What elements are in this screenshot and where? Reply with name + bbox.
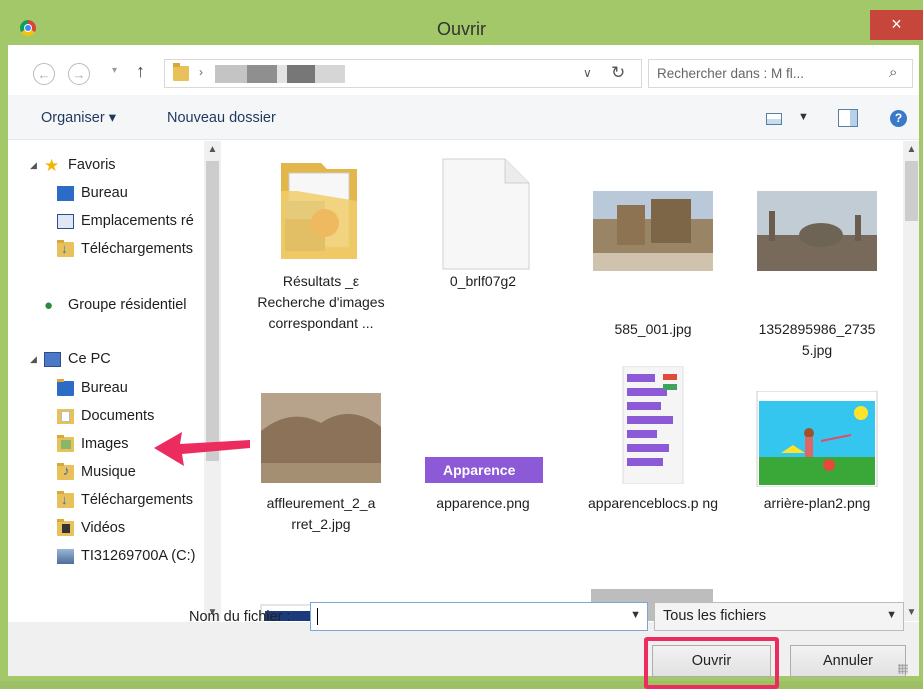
address-bar[interactable]: › ∨ ↻ (164, 59, 642, 88)
search-icon[interactable]: ⌕ (889, 64, 897, 81)
city-photo-thumbnail (757, 191, 877, 271)
search-placeholder: Rechercher dans : M fl... (657, 66, 805, 81)
file-name: Résultats _ε Recherche d'images correspo… (257, 273, 385, 331)
images-folder-icon (57, 435, 74, 452)
scroll-thumb[interactable] (206, 161, 219, 461)
address-dropdown-icon[interactable]: ∨ (583, 66, 592, 80)
file-name: apparence.png (436, 495, 530, 511)
scroll-down-icon[interactable]: ▼ (903, 604, 920, 621)
expand-icon[interactable]: ◢ (30, 354, 37, 365)
close-button[interactable]: × (870, 10, 923, 40)
redacted-path (277, 65, 287, 83)
folder-icon (173, 63, 189, 81)
window-frame: Ouvrir × ← → ▾ ↑ › ∨ ↻ Rechercher dans :… (0, 0, 923, 689)
search-input[interactable]: Rechercher dans : M fl... ⌕ (648, 59, 913, 88)
file-name: 1352895986_2735 5.jpg (758, 321, 876, 358)
scroll-up-icon[interactable]: ▲ (903, 141, 920, 158)
nav-label: Bureau (81, 185, 128, 201)
chevron-down-icon[interactable]: ▼ (886, 609, 897, 621)
file-name: 585_001.jpg (614, 321, 692, 337)
file-name: arrière-plan2.png (763, 495, 871, 511)
file-name: affleurement_2_a rret_2.jpg (266, 495, 376, 532)
nav-label: Téléchargements (81, 241, 194, 257)
open-button[interactable]: Ouvrir (652, 645, 771, 677)
scratch-blocks-thumbnail (622, 366, 684, 484)
computer-icon (44, 352, 61, 367)
help-icon[interactable]: ? (890, 110, 907, 127)
videos-folder-icon (57, 519, 74, 536)
filename-label: Nom du fichier : (189, 609, 291, 625)
new-folder-button[interactable]: Nouveau dossier (167, 110, 276, 126)
command-bar: Organiser ▾ Nouveau dossier ▼ ? (8, 95, 919, 140)
redacted-path (315, 65, 345, 83)
redacted-path (215, 65, 247, 83)
address-row: ← → ▾ ↑ › ∨ ↻ Rechercher dans : M fl... … (8, 45, 919, 95)
redacted-path (287, 65, 315, 83)
resize-grip[interactable] (898, 664, 908, 674)
scroll-thumb[interactable] (905, 161, 918, 221)
recent-places-icon (57, 214, 74, 229)
view-dropdown-icon[interactable]: ▼ (798, 111, 809, 123)
documents-folder-icon (57, 409, 74, 424)
drive-icon (57, 549, 74, 564)
forward-button[interactable]: → (68, 63, 90, 85)
nav-label: TI31269700A (C:) (81, 548, 196, 564)
nav-label: Favoris (68, 157, 116, 173)
downloads-icon (57, 240, 74, 257)
expand-icon[interactable]: ◢ (30, 160, 37, 171)
nav-label: Vidéos (81, 520, 126, 536)
blank-file-icon (442, 158, 530, 270)
content-scrollbar[interactable]: ▲ ▼ (903, 141, 919, 621)
filetype-select[interactable]: Tous les fichiers ▼ (654, 602, 904, 631)
homegroup-icon: ● (44, 297, 54, 314)
filetype-value: Tous les fichiers (663, 608, 767, 624)
desktop-icon (57, 186, 74, 201)
organise-menu[interactable]: Organiser ▾ (41, 110, 116, 126)
file-name: apparenceblocs.p ng (588, 495, 718, 511)
apparence-button-thumbnail: Apparence (425, 457, 543, 483)
file-list: Résultats _ε Recherche d'images correspo… (227, 141, 903, 621)
nav-label: Bureau (81, 380, 128, 396)
file-name: 0_brlf07g2 (449, 273, 517, 289)
navigation-pane: ◢ ★ Favoris Bureau Emplacements ré Téléc… (16, 141, 227, 621)
chevron-down-icon[interactable]: ▼ (630, 609, 641, 621)
dialog-client: ← → ▾ ↑ › ∨ ↻ Rechercher dans : M fl... … (8, 45, 919, 689)
nav-label: Emplacements ré (81, 213, 194, 229)
redacted-path (247, 65, 277, 83)
title-bar[interactable]: Ouvrir × (0, 0, 923, 44)
rock-photo-thumbnail (261, 393, 381, 483)
nav-label: Groupe résidentiel (68, 297, 187, 313)
view-mode-icon[interactable] (766, 113, 782, 125)
nav-label: Documents (81, 408, 155, 424)
star-icon: ★ (44, 156, 60, 175)
nav-label: Musique (81, 464, 136, 480)
preview-pane-icon[interactable] (838, 109, 858, 127)
footer-panel: Nom du fichier : ▼ Tous les fichiers ▼ O… (8, 602, 919, 689)
recent-locations-icon[interactable]: ▾ (112, 65, 117, 76)
citadel-photo-thumbnail (593, 191, 713, 271)
refresh-icon[interactable]: ↻ (611, 63, 625, 83)
nav-scrollbar[interactable]: ▲ ▼ (204, 141, 221, 621)
back-button[interactable]: ← (33, 63, 55, 85)
scratch-stage-thumbnail (756, 391, 878, 487)
image-folder-icon (281, 163, 357, 259)
downloads-folder-icon (57, 491, 74, 508)
filename-input[interactable]: ▼ (310, 602, 648, 631)
scroll-up-icon[interactable]: ▲ (204, 141, 221, 158)
annotation-arrow-icon (154, 432, 250, 466)
apparence-thumb-text: Apparence (443, 462, 516, 478)
nav-label: Ce PC (68, 351, 111, 367)
desktop-folder-icon (57, 379, 74, 396)
music-folder-icon (57, 463, 74, 480)
window-title: Ouvrir (437, 19, 486, 39)
nav-label: Images (81, 436, 129, 452)
cancel-button[interactable]: Annuler (790, 645, 906, 677)
chevron-right-icon[interactable]: › (199, 65, 203, 79)
nav-label: Téléchargements (81, 492, 194, 508)
up-button[interactable]: ↑ (136, 61, 145, 82)
text-caret (317, 608, 318, 625)
